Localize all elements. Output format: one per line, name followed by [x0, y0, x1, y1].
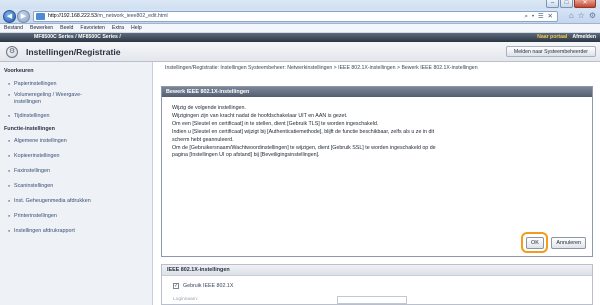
- dialog-message: Wijzig de volgende instellingen. Wijzigi…: [172, 105, 588, 160]
- sidebar-item-printer[interactable]: Printerinstellingen: [0, 213, 152, 220]
- site-icon: [36, 13, 45, 20]
- dialog-line: Wijzig de volgende instellingen.: [172, 105, 246, 111]
- sidebar-item-paper[interactable]: Papierinstellingen: [0, 81, 152, 88]
- page-header: ⚙ Instellingen/Registratie Melden naar S…: [0, 42, 600, 62]
- confirm-dialog: Bewerk IEEE 802.1X-instellingen Wijzig d…: [161, 86, 593, 257]
- maximize-button[interactable]: □: [560, 0, 573, 8]
- ok-button[interactable]: OK: [526, 236, 544, 249]
- device-bar: MF8500C Series / MF8500C Series / Naar p…: [0, 33, 600, 42]
- device-model: MF8500C Series / MF8500C Series /: [34, 34, 121, 40]
- dialog-line: Om een [Sleutel en certificaat] in te st…: [172, 120, 379, 127]
- page-title: Instellingen/Registratie: [26, 47, 121, 57]
- sidebar-section-functions: Functie-instellingen: [4, 126, 55, 132]
- menu-bar: Bestand Bewerken Beeld Favorieten Extra …: [0, 24, 600, 33]
- portal-link[interactable]: Naar portaal: [537, 33, 567, 42]
- close-window-button[interactable]: ✕: [574, 0, 596, 8]
- forward-button[interactable]: ▶: [17, 10, 30, 23]
- panel-title: IEEE 802.1X-instellingen: [162, 265, 592, 276]
- menu-file[interactable]: Bestand: [4, 24, 23, 32]
- logout-link[interactable]: Afmelden: [572, 33, 596, 42]
- dialog-title: Bewerk IEEE 802.1X-instellingen: [162, 87, 592, 97]
- sidebar-item-general[interactable]: Algemene instellingen: [0, 138, 152, 145]
- ok-highlight: OK: [521, 232, 549, 253]
- sidebar-item-copy[interactable]: Kopieerinstellingen: [0, 153, 152, 160]
- dialog-line: scherm hebt geannuleerd.: [172, 136, 234, 143]
- sidebar-item-volume-display[interactable]: Volumeregeling / Weergave-instellingen: [0, 92, 100, 106]
- menu-tools[interactable]: Extra: [112, 24, 124, 32]
- settings-gear-icon[interactable]: ⚙: [589, 11, 596, 21]
- login-name-label: Loginnaam:: [173, 297, 199, 302]
- back-button[interactable]: ◀: [3, 10, 16, 23]
- sidebar-item-time[interactable]: Tijdinstellingen: [0, 113, 152, 120]
- sidebar-item-report[interactable]: Instellingen afdrukrapport: [0, 228, 152, 235]
- browser-toolbar-icons: ⌂ ☆ ⚙: [569, 11, 596, 21]
- minimize-button[interactable]: –: [546, 0, 559, 8]
- breadcrumb: Instellingen/Registratie: Instellingen S…: [165, 65, 478, 71]
- checkbox-label: Gebruik IEEE 802.1X: [183, 283, 234, 289]
- address-tools-icon[interactable]: ⌕ • ☰ ✕: [524, 12, 554, 21]
- dialog-line: Indien u [Sleutel en certificaat] wijzig…: [172, 128, 435, 135]
- menu-favorites[interactable]: Favorieten: [80, 24, 105, 32]
- login-name-field[interactable]: [337, 296, 407, 304]
- dialog-line: pagina [Instellingen UI op afstand] bij …: [172, 152, 320, 159]
- cancel-button[interactable]: Annuleren: [551, 236, 586, 249]
- sidebar-item-scan[interactable]: Scaninstellingen: [0, 183, 152, 190]
- menu-view[interactable]: Beeld: [60, 24, 73, 32]
- dialog-line: Om de [Gebruikersnaam/Wachtwoordinstelli…: [172, 144, 436, 151]
- dialog-buttons: OK Annuleren: [521, 232, 586, 253]
- url-text: http://192.168.222.53/m_network_ieee802_…: [48, 13, 168, 19]
- home-icon[interactable]: ⌂: [569, 11, 574, 21]
- sidebar-item-memory-media[interactable]: Inst. Geheugenmedia afdrukken: [0, 198, 152, 205]
- favorites-star-icon[interactable]: ☆: [578, 11, 585, 21]
- sidebar-section-preferences: Voorkeuren: [4, 68, 34, 74]
- sidebar-item-fax[interactable]: Faxinstellingen: [0, 168, 152, 175]
- use-ieee-checkbox-row[interactable]: ✓ Gebruik IEEE 802.1X: [173, 283, 233, 289]
- browser-navbar: ◀ ▶ http://192.168.222.53/m_network_ieee…: [0, 9, 600, 24]
- menu-help[interactable]: Help: [131, 24, 142, 32]
- address-bar[interactable]: http://192.168.222.53/m_network_ieee802_…: [33, 11, 558, 22]
- menu-edit[interactable]: Bewerken: [30, 24, 53, 32]
- settings-icon: ⚙: [6, 46, 18, 58]
- to-sysadmin-button[interactable]: Melden naar Systeembeheerder: [505, 46, 596, 57]
- dialog-line: Wijzigingen zijn van kracht nadat de hoo…: [172, 112, 348, 119]
- sidebar: Voorkeuren Papierinstellingen Volumerege…: [0, 62, 153, 305]
- window-controls: – □ ✕: [546, 0, 596, 8]
- use-ieee-checkbox[interactable]: ✓: [173, 283, 179, 289]
- window-titlebar: – □ ✕: [0, 0, 600, 9]
- ieee-settings-panel: IEEE 802.1X-instellingen ✓ Gebruik IEEE …: [161, 264, 593, 305]
